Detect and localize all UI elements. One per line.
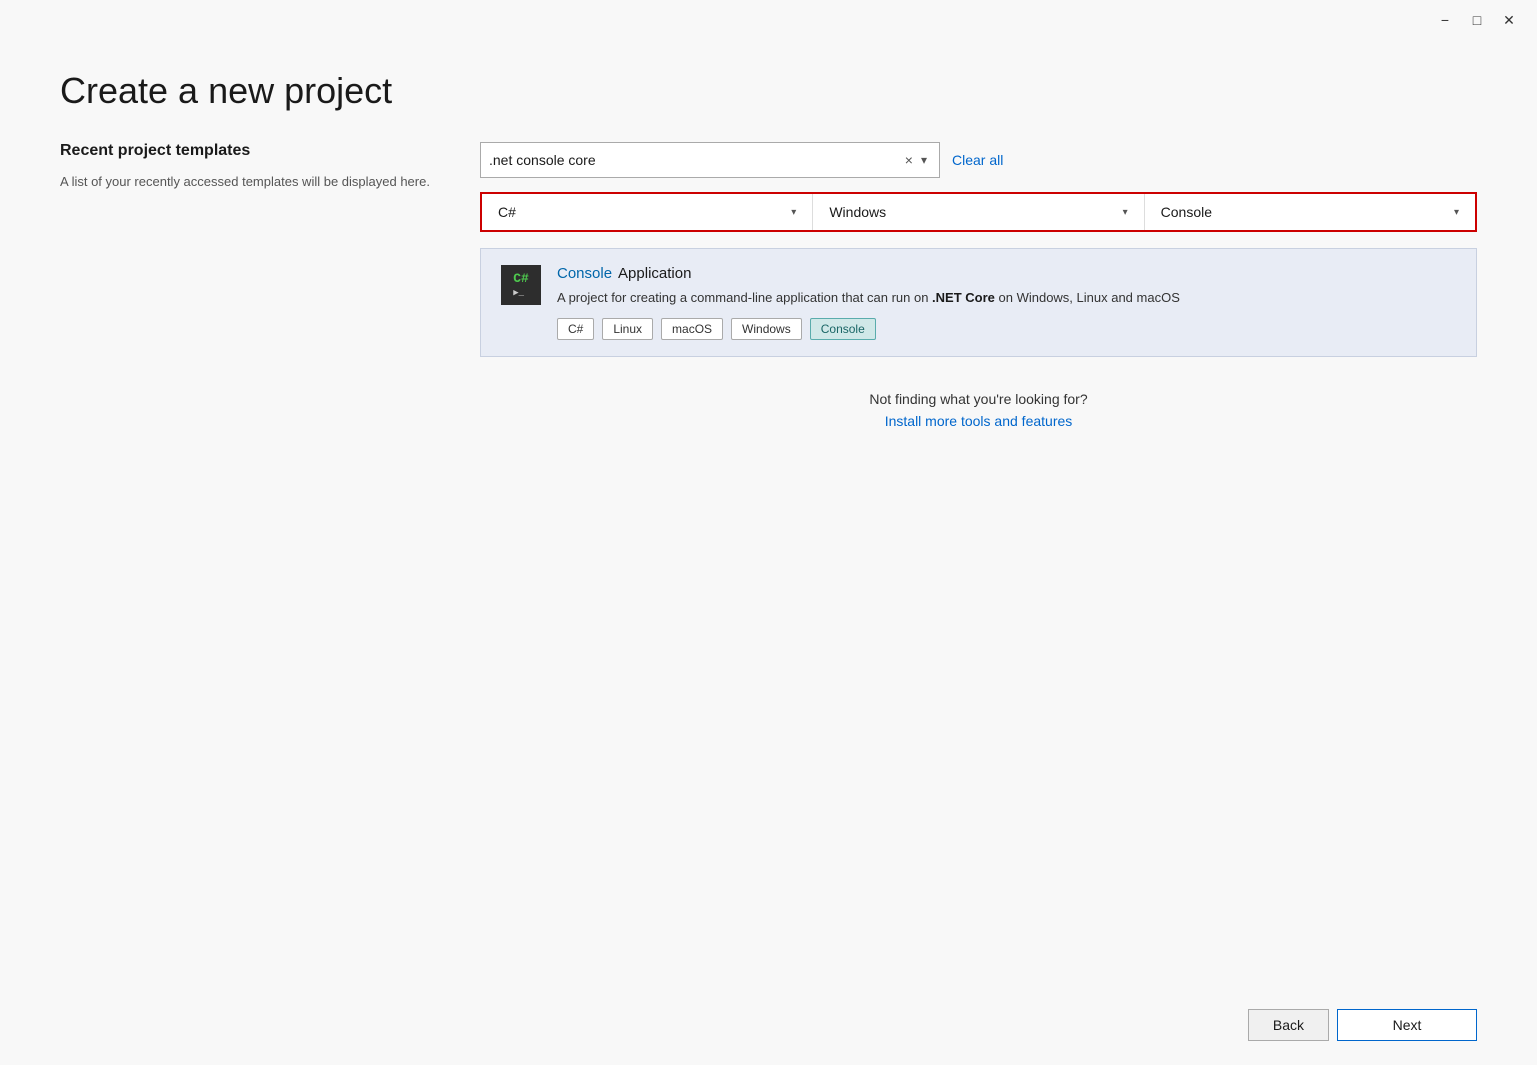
tag-csharp: C# <box>557 318 594 340</box>
search-dropdown-icon[interactable]: ▾ <box>917 153 931 167</box>
template-desc: A project for creating a command-line ap… <box>557 288 1456 308</box>
platform-filter-dropdown[interactable]: Windows ▾ <box>813 194 1144 230</box>
recent-templates-title: Recent project templates <box>60 142 440 160</box>
template-tags: C# Linux macOS Windows Console <box>557 318 1456 340</box>
not-finding-text: Not finding what you're looking for? <box>480 391 1477 407</box>
main-area: Recent project templates A list of your … <box>60 142 1477 973</box>
tag-linux: Linux <box>602 318 653 340</box>
page-content: Create a new project Recent project temp… <box>0 40 1537 993</box>
language-dropdown-icon: ▾ <box>791 207 796 218</box>
page-title: Create a new project <box>60 70 1477 112</box>
search-clear-button[interactable]: × <box>901 152 917 168</box>
main-window: − □ ✕ Create a new project Recent projec… <box>0 0 1537 1065</box>
filter-row: C# ▾ Windows ▾ Console ▾ <box>480 192 1477 232</box>
language-filter-dropdown[interactable]: C# ▾ <box>482 194 813 230</box>
template-icon-text: C#▶_ <box>513 272 529 298</box>
not-finding-section: Not finding what you're looking for? Ins… <box>480 391 1477 431</box>
tag-macos: macOS <box>661 318 723 340</box>
close-button[interactable]: ✕ <box>1493 6 1525 34</box>
tag-console: Console <box>810 318 876 340</box>
template-name-row: Console Application <box>557 265 1456 282</box>
back-button[interactable]: Back <box>1248 1009 1329 1041</box>
platform-filter-value: Windows <box>829 204 886 220</box>
language-filter-value: C# <box>498 204 516 220</box>
tag-windows: Windows <box>731 318 802 340</box>
search-box: × ▾ <box>480 142 940 178</box>
project-type-filter-value: Console <box>1161 204 1212 220</box>
clear-all-button[interactable]: Clear all <box>952 152 1003 168</box>
install-tools-link[interactable]: Install more tools and features <box>885 413 1073 429</box>
left-panel: Recent project templates A list of your … <box>60 142 440 973</box>
template-icon: C#▶_ <box>501 265 541 305</box>
project-type-filter-dropdown[interactable]: Console ▾ <box>1145 194 1475 230</box>
project-type-dropdown-icon: ▾ <box>1454 207 1459 218</box>
bottom-bar: Back Next <box>0 993 1537 1065</box>
search-input[interactable] <box>489 152 901 168</box>
platform-dropdown-icon: ▾ <box>1123 207 1128 218</box>
right-panel: × ▾ Clear all C# ▾ Windows ▾ <box>480 142 1477 973</box>
template-name-highlight: Console <box>557 265 612 282</box>
search-row: × ▾ Clear all <box>480 142 1477 178</box>
template-desc-highlight: .NET Core <box>932 290 995 305</box>
next-button[interactable]: Next <box>1337 1009 1477 1041</box>
minimize-button[interactable]: − <box>1429 6 1461 34</box>
template-desc-before: A project for creating a command-line ap… <box>557 290 932 305</box>
template-name-suffix: Application <box>618 265 691 282</box>
recent-templates-desc: A list of your recently accessed templat… <box>60 172 440 192</box>
template-card[interactable]: C#▶_ Console Application A project for c… <box>480 248 1477 357</box>
maximize-button[interactable]: □ <box>1461 6 1493 34</box>
template-desc-after: on Windows, Linux and macOS <box>995 290 1180 305</box>
titlebar: − □ ✕ <box>0 0 1537 40</box>
template-details: Console Application A project for creati… <box>557 265 1456 340</box>
